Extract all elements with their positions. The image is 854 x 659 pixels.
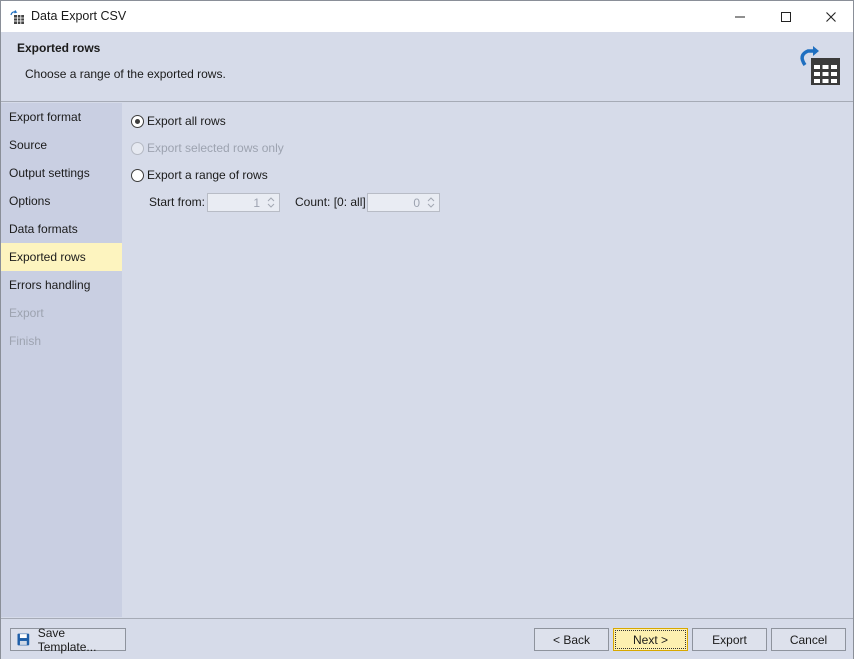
close-button[interactable] (808, 1, 854, 32)
start-from-value: 1 (253, 196, 260, 210)
sidebar-item-data-formats[interactable]: Data formats (1, 215, 122, 243)
export-range-radio[interactable] (131, 168, 144, 182)
count-label: Count: [0: all] (295, 195, 366, 209)
sidebar-item-errors-handling[interactable]: Errors handling (1, 271, 122, 299)
wizard-steps-sidebar: Export format Source Output settings Opt… (1, 103, 122, 617)
close-icon (826, 11, 836, 22)
count-value: 0 (413, 196, 420, 210)
page-description: Choose a range of the exported rows. (25, 67, 226, 81)
export-selected-rows-option: Export selected rows only (131, 140, 284, 156)
sidebar-item-finish: Finish (9, 334, 42, 348)
sidebar-item-export: Export (9, 306, 44, 320)
export-button[interactable]: Export (692, 628, 767, 651)
export-wizard-window: Data Export CSV Exported rows Choose a r… (0, 0, 854, 659)
export-all-rows-option[interactable]: Export all rows (131, 113, 226, 129)
sidebar-item-output-settings[interactable]: Output settings (1, 159, 122, 187)
sidebar-item-export-format[interactable]: Export format (1, 103, 122, 131)
maximize-icon (781, 11, 791, 22)
page-title: Exported rows (17, 41, 101, 55)
sidebar-item-exported-rows[interactable]: Exported rows (1, 243, 122, 271)
spinner-arrows-icon (267, 197, 275, 208)
cancel-button[interactable]: Cancel (771, 628, 846, 651)
back-button[interactable]: < Back (534, 628, 609, 651)
count-spinner: 0 (367, 193, 440, 212)
title-bar: Data Export CSV (1, 1, 853, 32)
next-button[interactable]: Next > (613, 628, 688, 651)
sidebar-item-options[interactable]: Options (1, 187, 122, 215)
save-icon (17, 633, 30, 646)
sidebar-item-source[interactable]: Source (1, 131, 122, 159)
spinner-arrows-icon (427, 197, 435, 208)
page-header: Exported rows Choose a range of the expo… (1, 32, 853, 102)
wizard-footer: Save Template... < Back Next > Export Ca… (1, 618, 853, 659)
export-all-rows-radio[interactable] (131, 114, 144, 128)
minimize-button[interactable] (717, 1, 763, 32)
export-range-option[interactable]: Export a range of rows (131, 167, 268, 183)
export-selected-rows-radio (131, 141, 144, 155)
app-table-icon (10, 10, 24, 24)
save-template-label: Save Template... (37, 625, 97, 654)
minimize-icon (735, 16, 745, 17)
export-range-label: Export a range of rows (147, 168, 268, 182)
export-selected-rows-label: Export selected rows only (147, 141, 284, 155)
maximize-button[interactable] (763, 1, 809, 32)
save-template-button[interactable]: Save Template... (10, 625, 126, 654)
start-from-label: Start from: (149, 195, 206, 209)
start-from-spinner: 1 (207, 193, 280, 212)
export-all-rows-label: Export all rows (147, 114, 226, 128)
exported-rows-panel: Export all rows Export selected rows onl… (122, 103, 853, 617)
window-title: Data Export CSV (31, 9, 127, 23)
export-table-icon (800, 46, 840, 85)
